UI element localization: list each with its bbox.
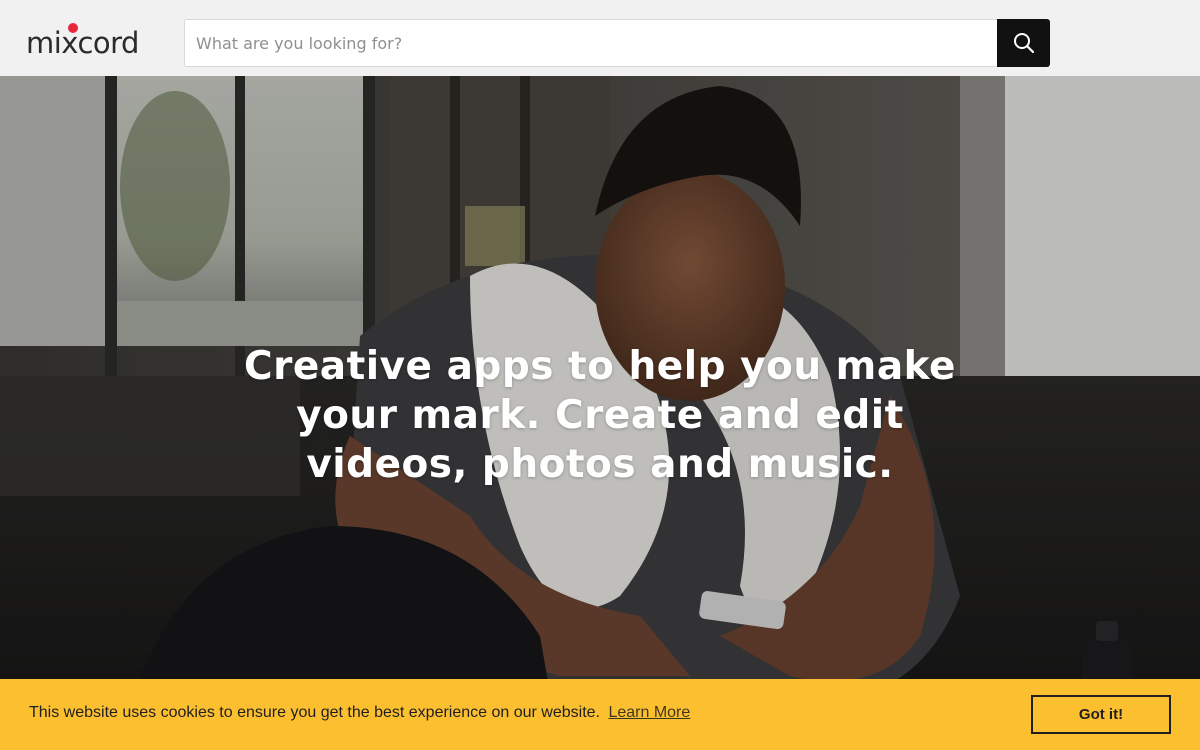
search-icon — [1013, 33, 1034, 54]
cookie-dismiss-button[interactable]: Got it! — [1031, 695, 1171, 734]
hero-title: Creative apps to help you make your mark… — [244, 344, 956, 487]
logo-text: mixcord — [26, 26, 139, 60]
cookie-banner: This website uses cookies to ensure you … — [0, 679, 1200, 750]
learn-more-link[interactable]: Learn More — [608, 704, 690, 721]
hero-section: Creative apps to help you make your mark… — [0, 76, 1200, 750]
logo-dot — [68, 23, 78, 33]
search-button[interactable] — [997, 19, 1050, 67]
cookie-message: This website uses cookies to ensure you … — [29, 704, 600, 721]
cookie-message-wrap: This website uses cookies to ensure you … — [29, 704, 690, 722]
logo[interactable]: mixcord — [26, 22, 139, 60]
site-header: mixcord — [0, 0, 1200, 76]
search-form — [184, 19, 1050, 67]
search-input[interactable] — [184, 19, 997, 67]
